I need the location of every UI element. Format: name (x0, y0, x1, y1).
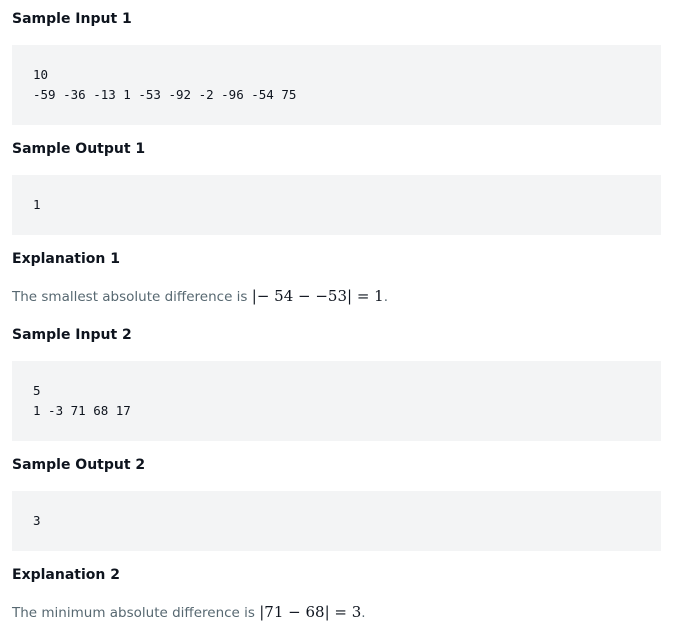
explanation-1-heading: Explanation 1 (12, 251, 120, 267)
math-expression: |71 − 68| = 3 (259, 603, 362, 621)
sample-input-1-heading: Sample Input 1 (12, 11, 132, 27)
sample-input-1-code-block: 10 -59 -36 -13 1 -53 -92 -2 -96 -54 75 (12, 45, 661, 125)
sample-output-2-heading: Sample Output 2 (12, 457, 146, 473)
code-line: 10 (33, 67, 49, 82)
code-line: 1 -3 71 68 17 (33, 403, 131, 418)
explanation-text: The minimum absolute difference is (12, 605, 260, 621)
explanation-text: The smallest absolute difference is (12, 289, 252, 305)
code-line: -59 -36 -13 1 -53 -92 -2 -96 -54 75 (33, 87, 297, 102)
explanation-2-heading: Explanation 2 (12, 567, 120, 583)
explanation-1-text: The smallest absolute difference is |− 5… (12, 286, 388, 307)
code-line: 3 (33, 513, 41, 528)
code-line: 5 (33, 383, 41, 398)
math-expression: |− 54 − −53| = 1 (251, 287, 384, 305)
sentence-end: . (361, 605, 366, 621)
explanation-2-text: The minimum absolute difference is |71 −… (12, 602, 366, 623)
sample-input-2-heading: Sample Input 2 (12, 327, 132, 343)
sentence-end: . (383, 289, 389, 305)
sample-output-2-code-block: 3 (12, 491, 661, 551)
sample-input-2-code-block: 5 1 -3 71 68 17 (12, 361, 661, 441)
sample-output-1-heading: Sample Output 1 (12, 141, 146, 157)
code-line: 1 (33, 197, 41, 212)
sample-output-1-code-block: 1 (12, 175, 661, 235)
